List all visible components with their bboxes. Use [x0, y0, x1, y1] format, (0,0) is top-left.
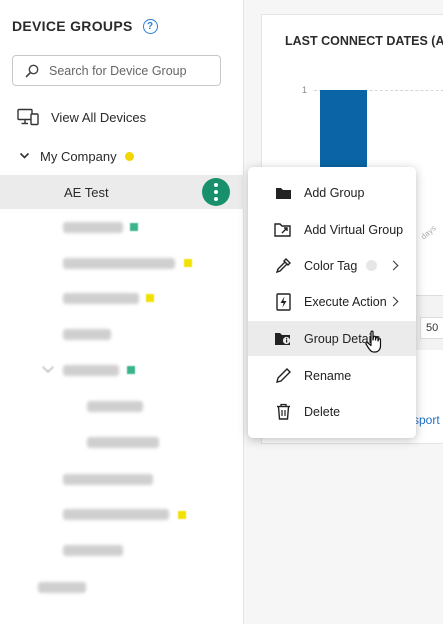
sidebar-header: DEVICE GROUPS ? [12, 18, 158, 34]
chevron-right-icon [388, 296, 399, 307]
selected-group-label: AE Test [64, 184, 109, 200]
group-context-menu: Add Group Add Virtual Group Color Tag Ex… [248, 167, 416, 438]
menu-item-label: Rename [304, 368, 352, 383]
menu-item-add-group[interactable]: Add Group [248, 175, 416, 210]
folder-link-icon [274, 221, 292, 239]
page-size-select[interactable]: 50 [420, 317, 443, 339]
folder-info-icon [274, 330, 292, 348]
tree-item-blurred[interactable] [63, 474, 153, 485]
x-tick-label: days [419, 223, 438, 242]
tree-item-blurred[interactable] [63, 365, 119, 376]
pencil-icon [274, 367, 292, 385]
sidebar-title: DEVICE GROUPS [12, 18, 133, 34]
tag-square [130, 223, 138, 231]
tree-item-blurred[interactable] [63, 329, 111, 340]
help-icon[interactable]: ? [142, 18, 158, 34]
yellow-tag-dot [124, 151, 134, 161]
view-all-devices[interactable]: View All Devices [0, 100, 244, 134]
tree-item-blurred[interactable] [63, 545, 123, 556]
menu-item-rename[interactable]: Rename [248, 358, 416, 393]
menu-item-group-details[interactable]: Group Details [248, 321, 416, 356]
menu-item-label: Add Virtual Group [304, 222, 404, 237]
search-input[interactable] [49, 63, 209, 78]
kebab-dot [214, 197, 218, 201]
color-swatch [366, 260, 377, 271]
search-icon [25, 64, 39, 77]
tree-item-my-company[interactable]: My Company [0, 139, 244, 173]
tag-square [127, 366, 135, 374]
chevron-right-icon [388, 260, 399, 271]
tree-item-blurred[interactable] [63, 293, 139, 304]
tag-square [178, 511, 186, 519]
tag-square [184, 259, 192, 267]
company-label: My Company [40, 148, 117, 164]
hand-cursor-icon [365, 330, 382, 353]
chevron-down-icon[interactable] [19, 152, 30, 160]
card-title: LAST CONNECT DATES (ALL [285, 34, 443, 48]
menu-item-label: Color Tag [304, 258, 358, 273]
menu-item-label: Delete [304, 404, 341, 419]
more-options-button[interactable] [202, 178, 230, 206]
tree-item-blurred[interactable] [38, 582, 86, 593]
view-all-label: View All Devices [51, 109, 147, 125]
lightning-file-icon [274, 292, 292, 311]
folder-icon [274, 184, 292, 202]
kebab-dot [214, 190, 218, 194]
devices-icon [17, 108, 39, 126]
menu-item-add-virtual-group[interactable]: Add Virtual Group [248, 212, 416, 247]
device-groups-sidebar: DEVICE GROUPS ? View All Devices My C [0, 0, 244, 624]
trash-icon [274, 403, 292, 421]
menu-item-delete[interactable]: Delete [248, 394, 416, 429]
tree-item-blurred[interactable] [87, 437, 159, 448]
chevron-down-icon[interactable] [42, 361, 54, 373]
menu-item-color-tag[interactable]: Color Tag [248, 248, 416, 283]
y-tick-label: 1 [302, 85, 308, 95]
tree-item-blurred[interactable] [63, 222, 123, 233]
tree-item-blurred[interactable] [63, 258, 175, 269]
tree-item-blurred[interactable] [63, 509, 169, 520]
app-root: LAST CONNECT DATES (ALL 1 days 50 sport … [0, 0, 443, 624]
export-link[interactable]: sport [413, 413, 440, 427]
menu-item-execute-action[interactable]: Execute Action [248, 284, 416, 319]
tree-item-blurred[interactable] [87, 401, 143, 412]
menu-item-label: Add Group [304, 185, 365, 200]
search-box[interactable] [12, 55, 221, 86]
tag-square [146, 294, 154, 302]
kebab-dot [214, 183, 218, 187]
eyedropper-icon [274, 257, 292, 275]
menu-item-label: Execute Action [304, 294, 387, 309]
